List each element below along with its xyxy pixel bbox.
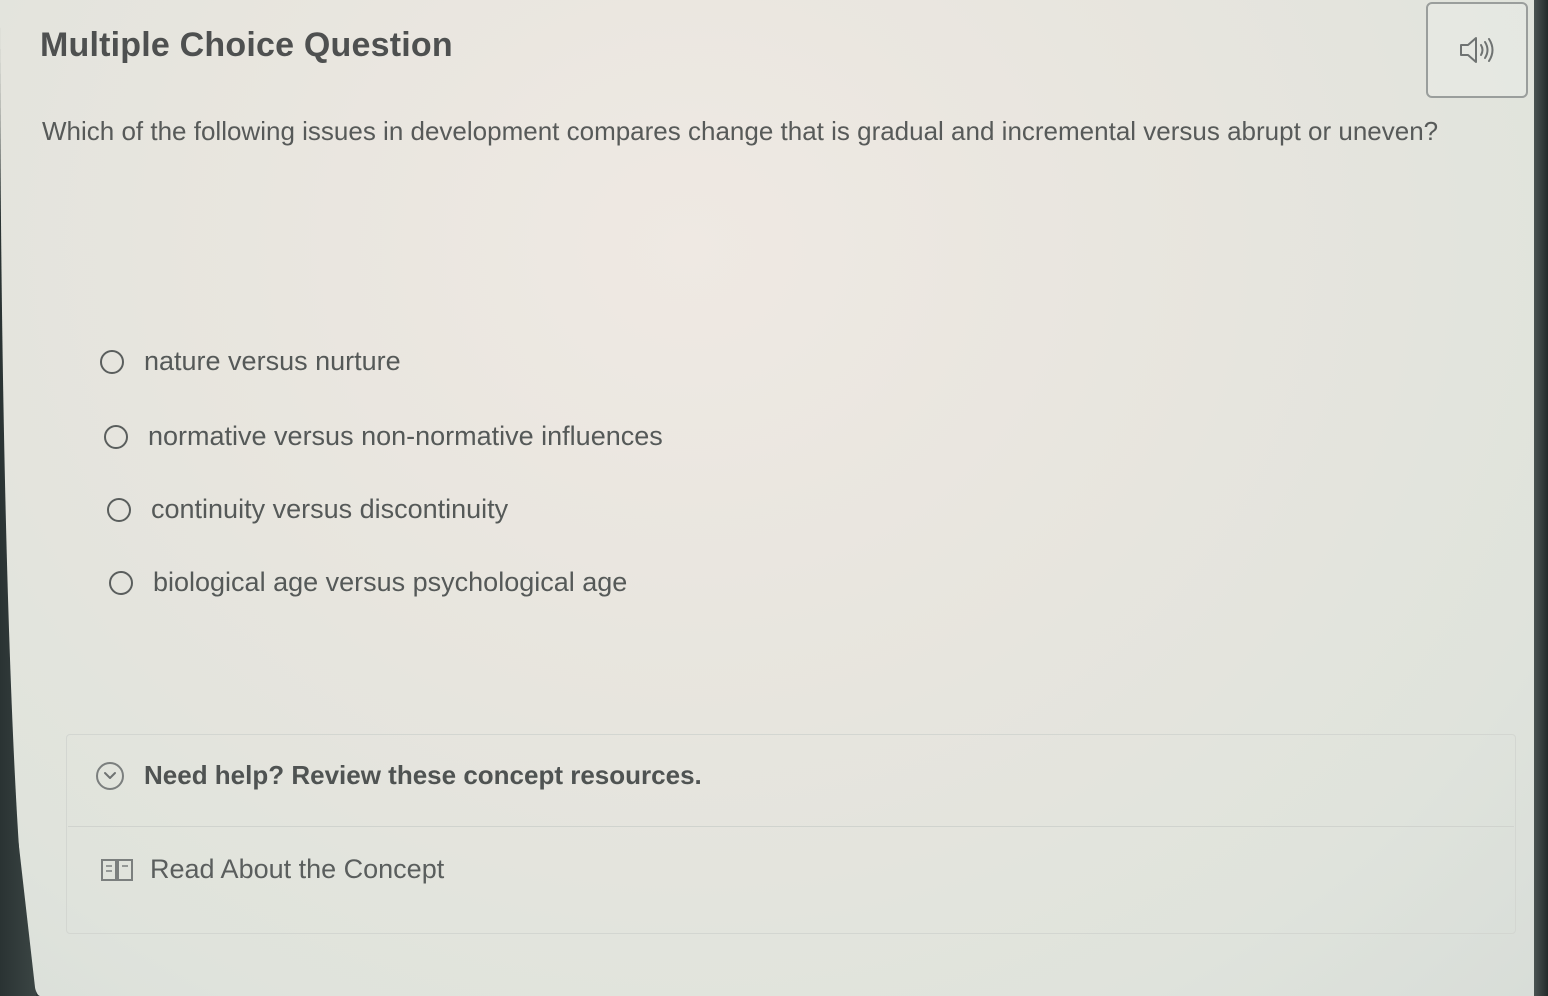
option-label: normative versus non-normative influence… xyxy=(148,421,663,451)
screen-bezel-right xyxy=(1534,0,1548,996)
question-text: Which of the following issues in develop… xyxy=(42,116,1439,146)
option-1[interactable]: nature versus nurture xyxy=(100,346,401,377)
option-label: biological age versus psychological age xyxy=(153,567,628,597)
option-4[interactable]: biological age versus psychological age xyxy=(109,567,627,598)
question-screen: Multiple Choice Question Which of the fo… xyxy=(0,0,1534,996)
book-icon xyxy=(101,858,133,881)
read-aloud-button[interactable] xyxy=(1426,2,1528,98)
chevron-down-icon xyxy=(96,761,124,790)
concept-resources-toggle[interactable]: Need help? Review these concept resource… xyxy=(96,760,702,791)
radio-button[interactable] xyxy=(109,570,133,595)
radio-button[interactable] xyxy=(100,349,124,374)
radio-button[interactable] xyxy=(107,497,131,522)
page-title: Multiple Choice Question xyxy=(40,26,453,64)
speaker-icon xyxy=(1460,37,1494,63)
option-2[interactable]: normative versus non-normative influence… xyxy=(104,421,663,452)
read-about-concept-link[interactable]: Read About the Concept xyxy=(100,854,444,885)
option-3[interactable]: continuity versus discontinuity xyxy=(107,494,508,525)
read-about-concept-label: Read About the Concept xyxy=(150,854,445,884)
option-label: nature versus nurture xyxy=(144,346,401,376)
panel-divider xyxy=(68,826,1514,827)
concept-resources-title: Need help? Review these concept resource… xyxy=(144,760,702,790)
option-label: continuity versus discontinuity xyxy=(151,494,509,524)
radio-button[interactable] xyxy=(104,424,128,449)
